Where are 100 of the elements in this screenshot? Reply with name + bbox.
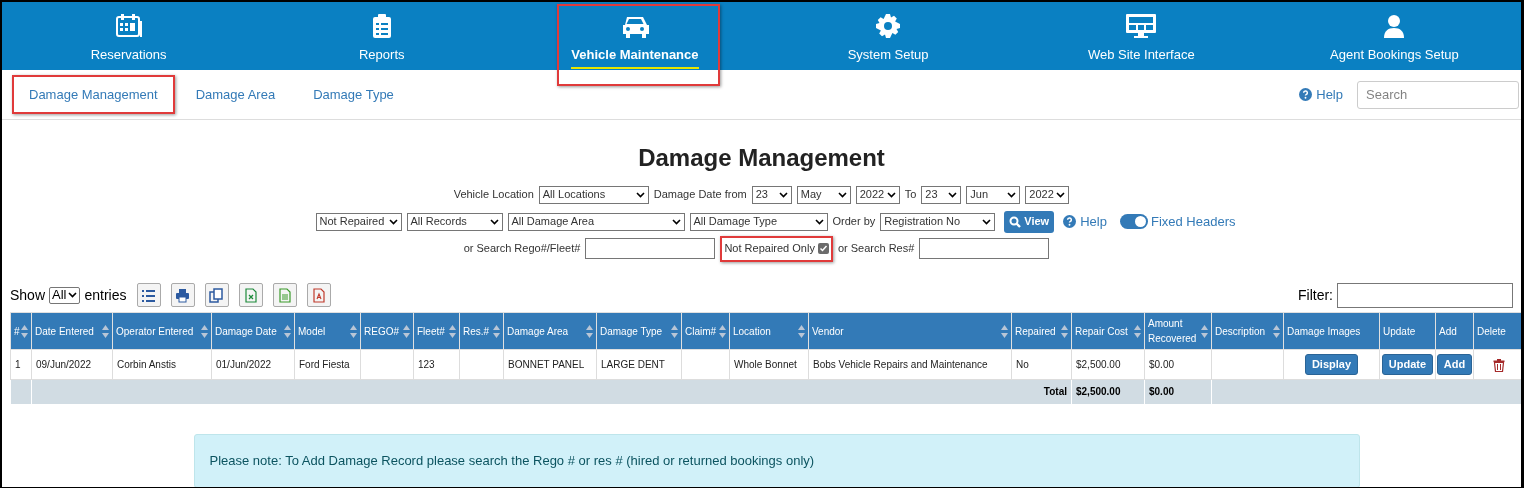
dropdown[interactable]: 23: [921, 185, 962, 204]
table-cell: Ford Fiesta: [294, 349, 361, 380]
column-header[interactable]: REGO#: [360, 312, 414, 350]
car-icon: [620, 14, 649, 38]
column-header[interactable]: Delete: [1473, 312, 1521, 350]
sort-icon: [350, 324, 357, 338]
column-header[interactable]: Fleet#: [413, 312, 460, 350]
table-cell: 123: [413, 349, 460, 380]
chevron-icon: [1007, 191, 1017, 198]
trash-icon[interactable]: [1492, 358, 1505, 372]
sort-icon: [798, 324, 805, 338]
column-header[interactable]: Update: [1379, 312, 1436, 350]
chevron-icon: [68, 292, 78, 298]
note-message: Please note: To Add Damage Record please search the Rego # or res # (hired or returned bookings only): [193, 433, 1360, 487]
column-header[interactable]: Location: [729, 312, 809, 350]
column-header[interactable]: Model: [294, 312, 361, 350]
toolbar-button[interactable]: [170, 283, 195, 307]
search-field[interactable]: Search: [1357, 80, 1519, 109]
sort-icon: [493, 324, 500, 338]
column-header[interactable]: Damage Type: [596, 312, 682, 350]
checkbox[interactable]: [817, 243, 829, 254]
total-cell: $0.00: [1144, 379, 1212, 404]
toolbar-button[interactable]: [238, 283, 263, 307]
toolbar-button[interactable]: [136, 283, 161, 307]
dropdown[interactable]: May: [796, 185, 851, 204]
dropdown[interactable]: All Records: [406, 212, 503, 231]
dropdown[interactable]: 2022: [1025, 185, 1070, 204]
chevron-icon: [671, 218, 681, 225]
page-title: Damage Management: [638, 143, 885, 173]
view-button[interactable]: View: [1004, 210, 1055, 233]
row-action-button[interactable]: Display: [1304, 354, 1359, 375]
dropdown[interactable]: All Damage Area: [507, 212, 685, 231]
sort-icon: [671, 324, 678, 338]
sort-icon: [1134, 324, 1141, 338]
sort-icon: [284, 324, 291, 338]
sort-icon: [1001, 324, 1008, 338]
help-link[interactable]: Help: [1063, 211, 1107, 232]
filter-label: Order by: [832, 214, 876, 230]
column-header[interactable]: Repaired: [1011, 312, 1072, 350]
column-header[interactable]: Damage Images: [1283, 312, 1380, 350]
subtab[interactable]: Damage Area: [178, 74, 293, 115]
checkbox-label: Not Repaired Only: [724, 241, 815, 257]
help-link[interactable]: Help: [1299, 84, 1343, 105]
table-cell: No: [1011, 349, 1072, 380]
toggle-switch[interactable]: [1119, 214, 1148, 229]
row-action-button[interactable]: Update: [1381, 354, 1434, 375]
toggle-label: Fixed Headers: [1150, 212, 1236, 231]
clipboard-icon: [371, 14, 392, 38]
search-icon: [1009, 215, 1022, 228]
toolbar-button[interactable]: [306, 283, 331, 307]
res-field[interactable]: [919, 238, 1050, 259]
column-header[interactable]: Res.#: [459, 312, 504, 350]
list-icon: [141, 287, 156, 303]
sort-icon: [1061, 324, 1068, 338]
document-icon: [277, 287, 292, 303]
spreadsheet-icon: [243, 287, 258, 303]
print-icon: [175, 287, 190, 303]
dropdown[interactable]: Registration No: [880, 212, 996, 231]
nav-tab[interactable]: Web Site Interface: [1014, 2, 1268, 70]
dropdown[interactable]: Jun: [966, 185, 1021, 204]
column-header[interactable]: Date Entered: [31, 312, 113, 350]
column-header[interactable]: Operator Entered: [112, 312, 212, 350]
dropdown[interactable]: 23: [751, 185, 792, 204]
nav-tab[interactable]: Agent Bookings Setup: [1267, 2, 1521, 70]
rego-field[interactable]: [585, 238, 716, 259]
chevron-icon: [982, 218, 992, 225]
nav-tab[interactable]: Reservations: [2, 2, 256, 70]
nav-tab[interactable]: System Setup: [761, 2, 1015, 70]
filter-label: To: [904, 187, 917, 203]
settings-icon: [876, 14, 901, 38]
column-header[interactable]: Damage Date: [211, 312, 295, 350]
filter-field[interactable]: [1337, 282, 1513, 308]
sort-icon: [102, 324, 109, 338]
column-header[interactable]: Damage Area: [503, 312, 597, 350]
column-header[interactable]: Vendor: [808, 312, 1012, 350]
sort-icon: [1273, 324, 1280, 338]
dropdown[interactable]: All Damage Type: [689, 212, 828, 231]
column-header[interactable]: Add: [1435, 312, 1474, 350]
toolbar-button[interactable]: [204, 283, 229, 307]
column-header[interactable]: Description: [1211, 312, 1284, 350]
dropdown[interactable]: All Locations: [538, 185, 649, 204]
column-header[interactable]: Claim#: [681, 312, 730, 350]
chevron-icon: [886, 191, 896, 198]
copy-icon: [209, 287, 224, 303]
column-header[interactable]: #: [10, 312, 32, 350]
pdf-icon: [311, 287, 326, 303]
dropdown[interactable]: Not Repaired: [315, 212, 402, 231]
nav-tab[interactable]: Reports: [255, 2, 509, 70]
subtab[interactable]: Damage Type: [296, 74, 411, 115]
nav-tab[interactable]: Vehicle Maintenance: [508, 2, 762, 70]
column-header[interactable]: Repair Cost: [1071, 312, 1145, 350]
subtab[interactable]: Damage Management: [12, 74, 175, 115]
sort-icon: [449, 324, 456, 338]
dropdown[interactable]: 2022: [855, 185, 900, 204]
sort-icon: [586, 324, 593, 338]
entries-dropdown[interactable]: All: [49, 286, 81, 304]
monitor-icon: [1126, 14, 1157, 38]
row-action-button[interactable]: Add: [1436, 354, 1473, 375]
chevron-icon: [948, 191, 958, 198]
column-header[interactable]: Amount Recovered: [1144, 312, 1212, 350]
